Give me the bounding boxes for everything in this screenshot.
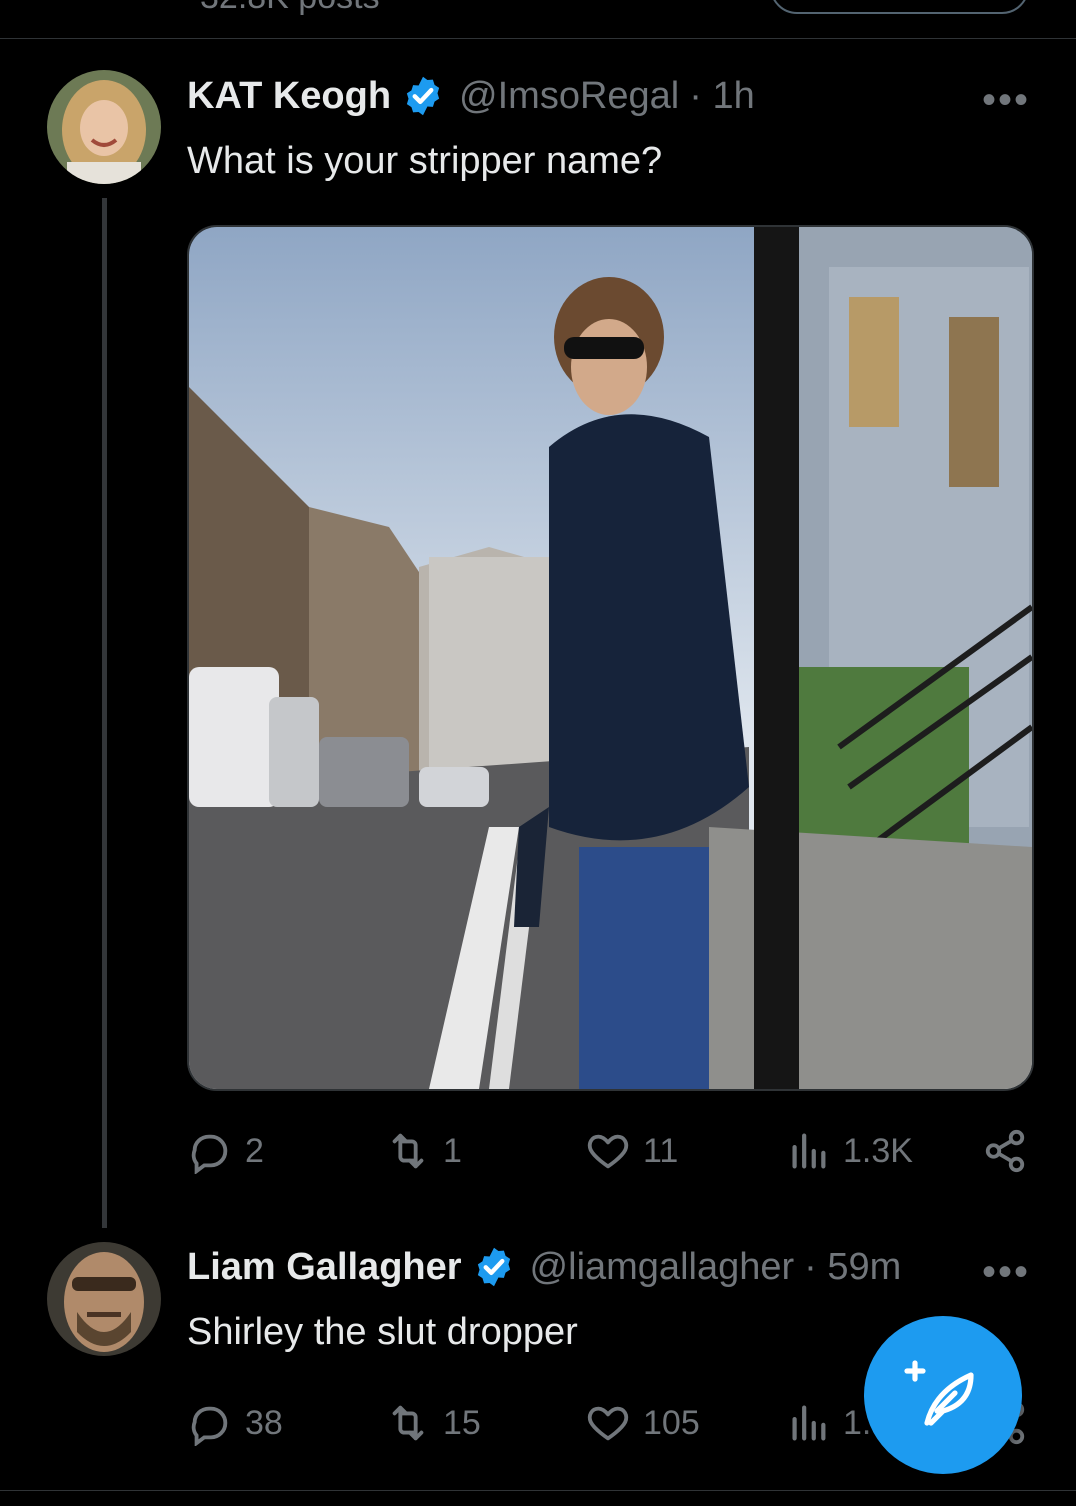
photo-image	[189, 227, 1032, 1089]
tweet-header: Liam Gallagher @liamgallagher · 59m	[187, 1245, 901, 1289]
like-count: 11	[643, 1131, 679, 1170]
more-icon[interactable]: •••	[982, 78, 1030, 123]
avatar[interactable]	[47, 1242, 161, 1356]
share-icon	[985, 1129, 1025, 1173]
like-icon	[587, 1406, 629, 1441]
tweet-text: What is your stripper name?	[187, 140, 663, 182]
compose-button[interactable]	[864, 1316, 1022, 1474]
views-icon	[792, 1405, 826, 1441]
views-icon	[792, 1133, 826, 1169]
retweet-count: 15	[443, 1403, 481, 1442]
reply-button[interactable]: 2	[187, 1128, 264, 1174]
display-name[interactable]: KAT Keogh	[187, 75, 391, 118]
retweet-icon	[392, 1405, 424, 1441]
timestamp[interactable]: · 1h	[689, 75, 754, 118]
reply-icon	[191, 1406, 228, 1446]
thread-line	[102, 198, 107, 1228]
compose-icon	[904, 1360, 974, 1426]
views-count: 1.3K	[843, 1131, 913, 1170]
like-count: 105	[643, 1403, 700, 1442]
views-button[interactable]: 1.	[785, 1400, 871, 1446]
views-button[interactable]: 1.3K	[785, 1128, 913, 1174]
tweet-text: Shirley the slut dropper	[187, 1311, 578, 1353]
verified-badge-icon	[406, 76, 440, 116]
display-name[interactable]: Liam Gallagher	[187, 1246, 462, 1289]
retweet-button[interactable]: 15	[385, 1400, 481, 1446]
handle[interactable]: @ImsoRegal	[459, 75, 679, 118]
like-button[interactable]: 11	[585, 1128, 678, 1174]
tweet-header: KAT Keogh @ImsoRegal · 1h	[187, 74, 755, 118]
follow-button[interactable]	[770, 0, 1029, 14]
handle[interactable]: @liamgallagher	[530, 1246, 795, 1289]
profile-header-cut: 32.8K posts	[0, 0, 1076, 39]
share-button[interactable]	[982, 1128, 1040, 1174]
retweet-count: 1	[443, 1131, 462, 1170]
avatar[interactable]	[47, 70, 161, 184]
retweet-button[interactable]: 1	[385, 1128, 462, 1174]
timestamp[interactable]: · 59m	[804, 1246, 901, 1289]
divider	[0, 1490, 1076, 1491]
verified-badge-icon	[477, 1247, 510, 1287]
retweet-icon	[392, 1133, 424, 1169]
like-icon	[587, 1134, 629, 1169]
more-icon[interactable]: •••	[982, 1250, 1030, 1295]
reply-count: 38	[245, 1403, 283, 1442]
like-button[interactable]: 105	[585, 1400, 700, 1446]
reply-icon	[191, 1134, 228, 1174]
tweet-photo[interactable]	[187, 225, 1034, 1091]
reply-button[interactable]: 38	[187, 1400, 283, 1446]
posts-count: 32.8K posts	[200, 0, 380, 17]
reply-count: 2	[245, 1131, 264, 1170]
